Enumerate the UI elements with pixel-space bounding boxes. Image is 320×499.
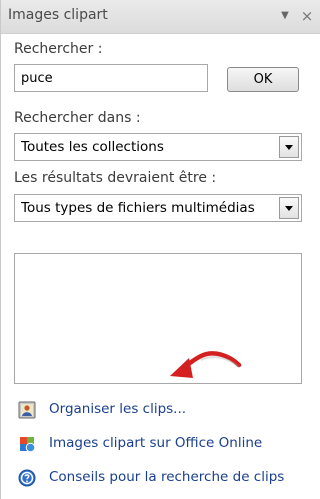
curved-arrow-icon xyxy=(170,351,242,378)
results-type-selected-value: Tous types de fichiers multimédias xyxy=(21,200,255,216)
organize-clips-label: Organiser les clips... xyxy=(49,401,187,417)
help-icon xyxy=(18,469,36,487)
office-online-icon xyxy=(20,437,36,453)
task-pane-titlebar: Images clipart ▼ × xyxy=(0,0,320,34)
pane-options-dropdown-icon[interactable]: ▼ xyxy=(277,8,293,24)
clipart-office-online-label: Images clipart sur Office Online xyxy=(49,435,263,451)
search-in-label: Rechercher dans : xyxy=(14,110,141,126)
clipart-task-pane: Images clipart ▼ × Rechercher : OK Reche… xyxy=(0,0,320,499)
close-icon[interactable]: × xyxy=(299,7,315,25)
clipart-office-online-link[interactable]: Images clipart sur Office Online xyxy=(14,433,284,455)
search-tips-link[interactable]: Conseils pour la recherche de clips xyxy=(14,467,304,489)
results-area[interactable] xyxy=(14,253,302,384)
search-input[interactable] xyxy=(14,64,208,92)
search-label: Rechercher : xyxy=(14,41,103,57)
search-in-select[interactable]: Toutes les collections xyxy=(14,133,302,161)
search-in-selected-value: Toutes les collections xyxy=(21,139,164,155)
search-tips-label: Conseils pour la recherche de clips xyxy=(49,469,285,485)
organizer-icon xyxy=(18,401,36,419)
ok-button[interactable]: OK xyxy=(227,67,299,92)
organize-clips-link[interactable]: Organiser les clips... xyxy=(14,399,274,421)
results-type-select[interactable]: Tous types de fichiers multimédias xyxy=(14,194,302,222)
chevron-down-icon[interactable] xyxy=(279,197,299,219)
task-pane-title: Images clipart xyxy=(8,7,108,23)
results-type-label: Les résultats devraient être : xyxy=(14,170,217,186)
chevron-down-icon[interactable] xyxy=(279,136,299,158)
